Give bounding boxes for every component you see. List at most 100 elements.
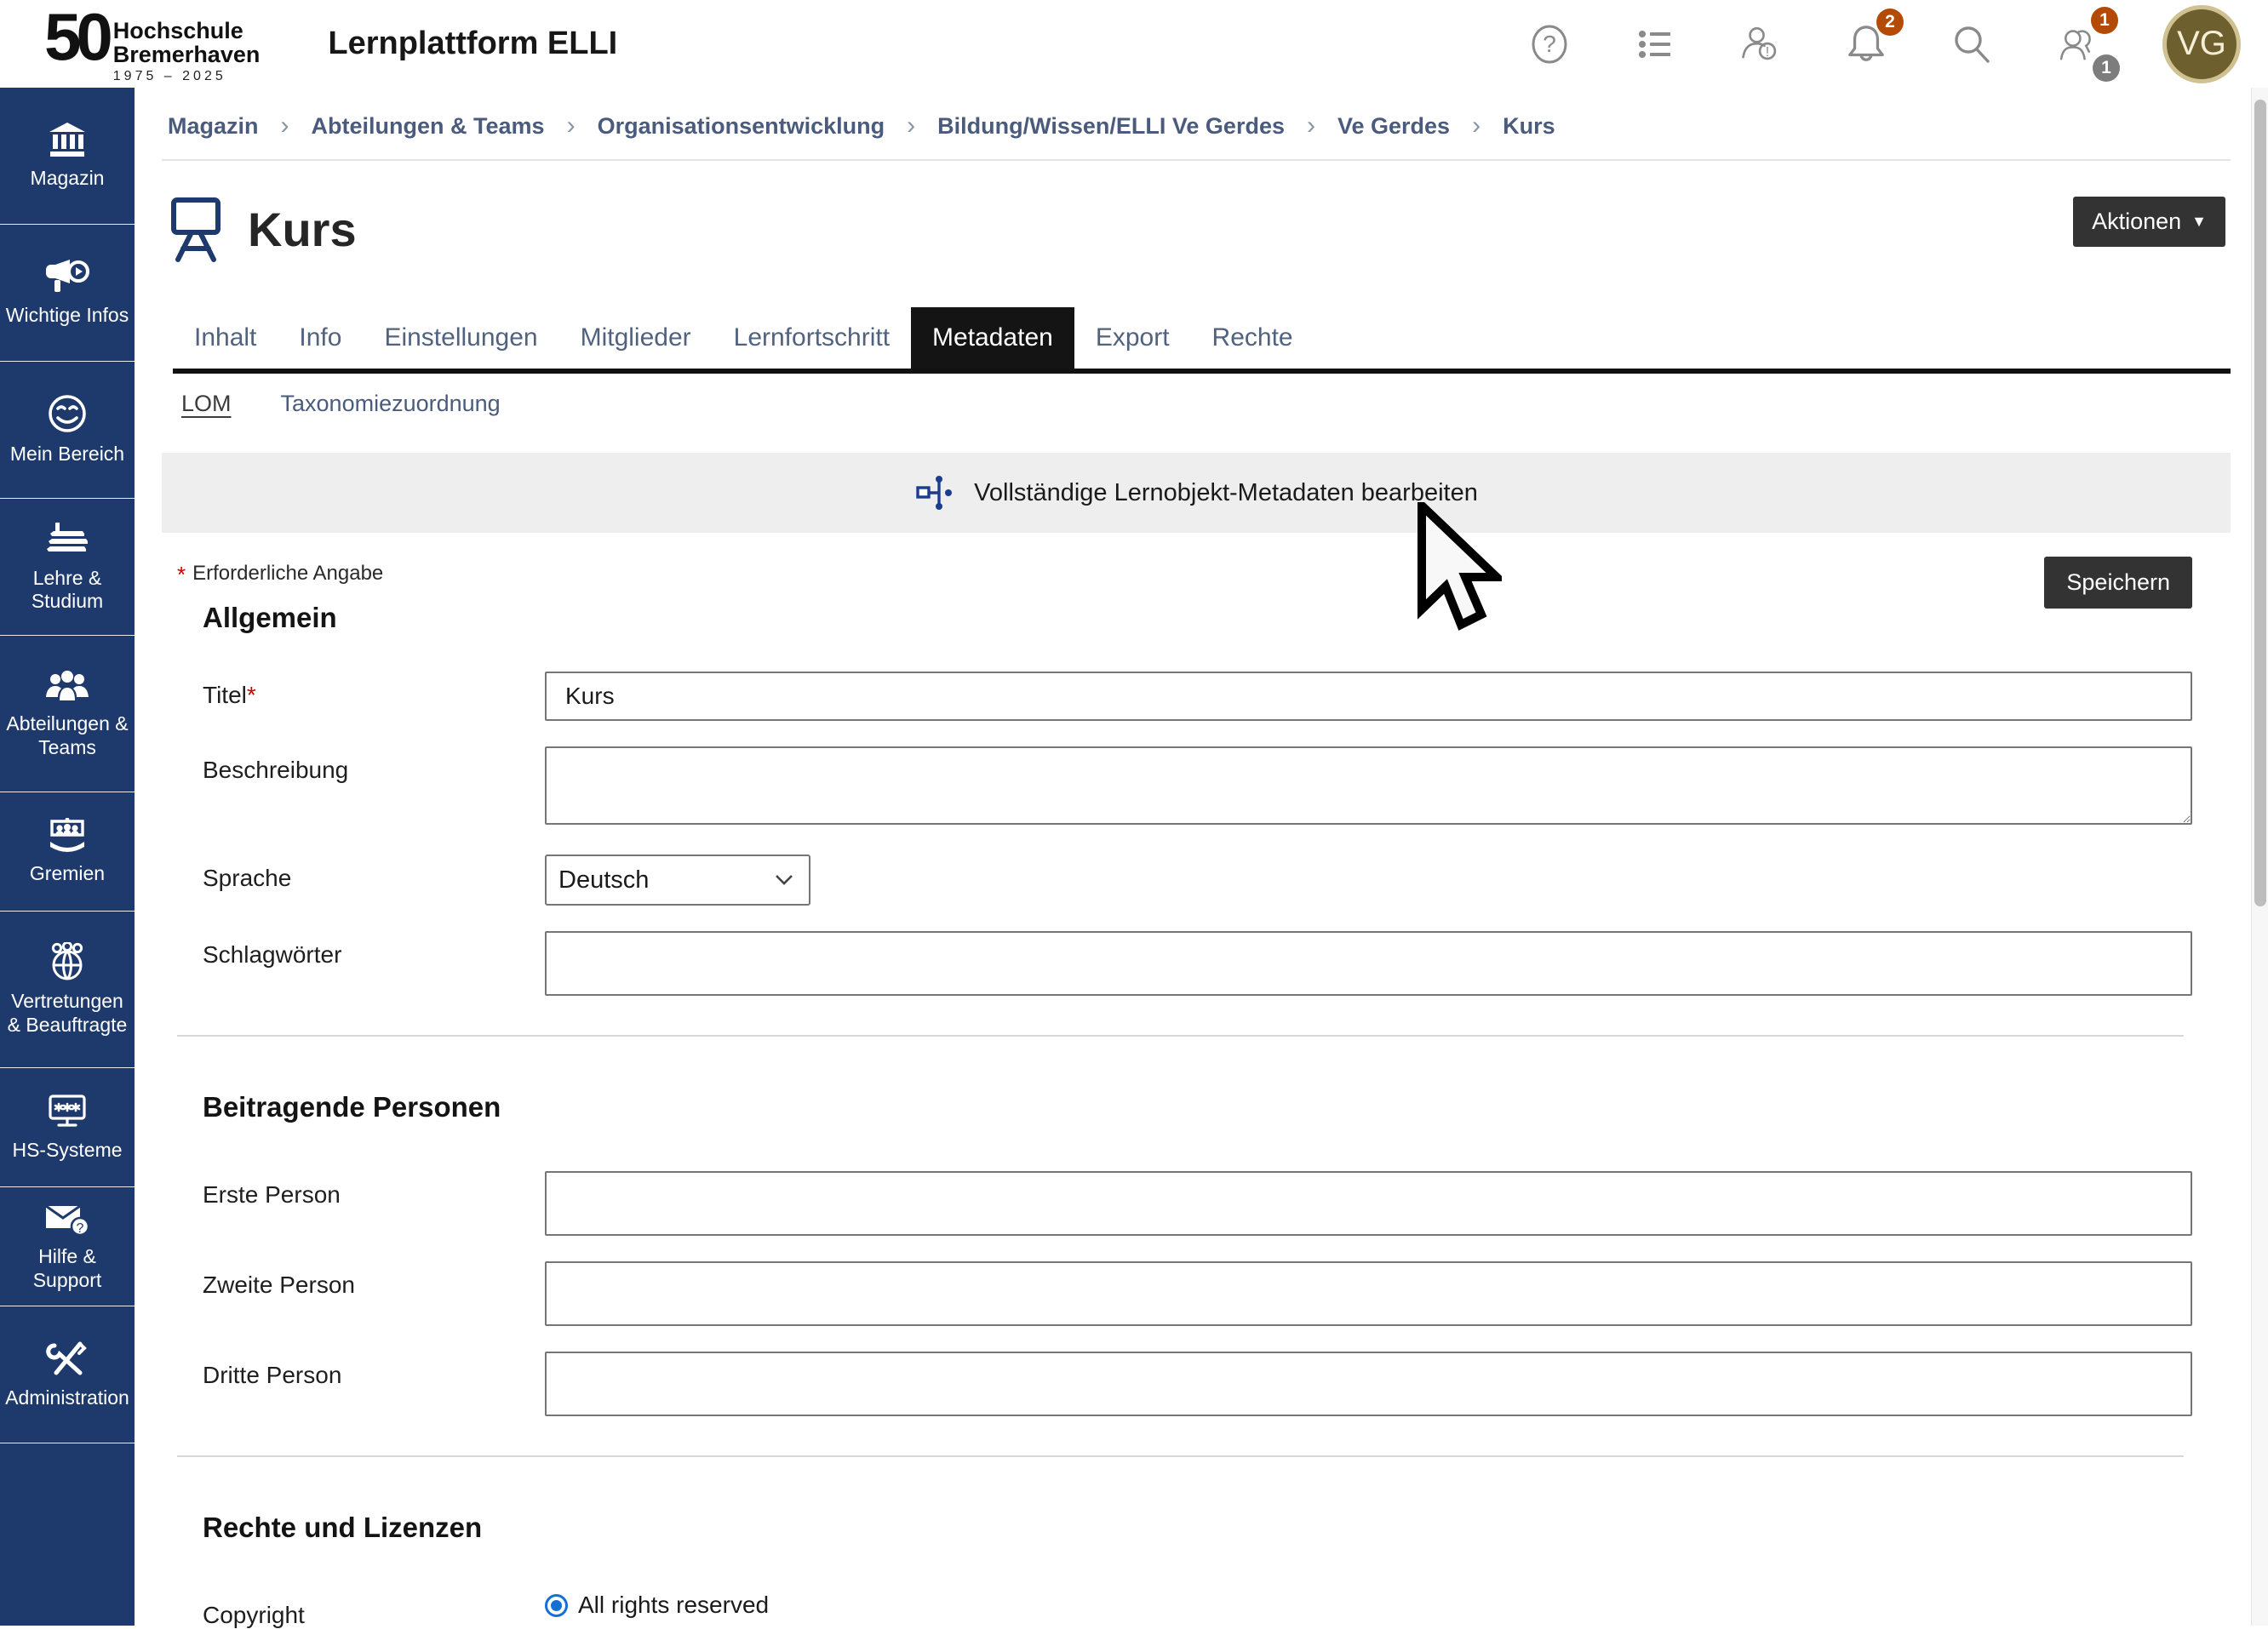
sidebar-item-gremien[interactable]: Gremien	[0, 792, 135, 912]
breadcrumb-separator-icon: ›	[1472, 111, 1480, 140]
sidebar-item-wichtige-infos[interactable]: Wichtige Infos	[0, 225, 135, 362]
scrollbar-thumb[interactable]	[2254, 100, 2266, 906]
breadcrumb-separator-icon: ›	[907, 111, 915, 140]
svg-text:?: ?	[1543, 31, 1556, 57]
erste-person-label: Erste Person	[203, 1171, 545, 1209]
tab-inhalt[interactable]: Inhalt	[173, 307, 278, 369]
breadcrumb-item[interactable]: Bildung/Wissen/ELLI Ve Gerdes	[937, 113, 1285, 140]
breadcrumb-item[interactable]: Organisationsentwicklung	[598, 113, 885, 140]
breadcrumb-separator-icon: ›	[1307, 111, 1315, 140]
actions-button[interactable]: Aktionen ▼	[2073, 197, 2225, 247]
titel-label: Titel*	[203, 672, 545, 709]
logo-50-text: 50	[44, 7, 108, 66]
notifications-button[interactable]: 2	[1846, 20, 1887, 68]
help-button[interactable]: ?	[1529, 20, 1570, 68]
sidebar-item-label: Magazin	[31, 167, 105, 190]
form-row-sprache: Sprache Deutsch	[203, 855, 2192, 906]
breadcrumb-item[interactable]: Ve Gerdes	[1337, 113, 1450, 140]
logo-years: 1975 – 2025	[113, 69, 261, 84]
breadcrumb-item[interactable]: Abteilungen & Teams	[312, 113, 545, 140]
copyright-radio-selected[interactable]	[545, 1594, 568, 1617]
form-row-erste-person: Erste Person	[203, 1171, 2192, 1236]
required-note-row: * Erforderliche Angabe	[177, 562, 2192, 588]
chevron-down-icon	[775, 874, 793, 886]
help-icon: ?	[1530, 23, 1569, 66]
sidebar-item-lehre-studium[interactable]: Lehre & Studium	[0, 499, 135, 636]
top-header: 50 Hochschule Bremerhaven 1975 – 2025 Le…	[0, 0, 2268, 88]
edit-full-metadata-banner[interactable]: Vollständige Lernobjekt-Metadaten bearbe…	[162, 453, 2231, 533]
sidebar-item-vertretungen-beauftragte[interactable]: Vertretungen & Beauftragte	[0, 912, 135, 1068]
svg-text:!: !	[1766, 45, 1769, 60]
save-button[interactable]: Speichern	[2044, 557, 2192, 609]
tab-rechte[interactable]: Rechte	[1191, 307, 1314, 369]
contacts-badge-bottom: 1	[2093, 54, 2120, 82]
page-title: Kurs	[248, 202, 357, 257]
sidebar-item-hilfe-support[interactable]: ? Hilfe & Support	[0, 1187, 135, 1306]
sidebar-item-label: Abteilungen & Teams	[3, 712, 131, 758]
people-group-icon	[44, 668, 90, 704]
titel-input[interactable]	[545, 672, 2192, 721]
notifications-badge: 2	[1876, 9, 1904, 36]
erste-person-input[interactable]	[545, 1171, 2192, 1236]
edit-full-metadata-label: Vollständige Lernobjekt-Metadaten bearbe…	[974, 479, 1478, 507]
required-note: Erforderliche Angabe	[192, 562, 383, 586]
required-asterisk: *	[177, 562, 186, 588]
main-content: Magazin › Abteilungen & Teams › Organisa…	[135, 88, 2251, 1626]
university-logo[interactable]: 50 Hochschule Bremerhaven 1975 – 2025	[44, 7, 260, 84]
dritte-person-input[interactable]	[545, 1352, 2192, 1416]
contacts-button[interactable]: 1 1	[2057, 20, 2098, 68]
books-icon	[45, 521, 89, 558]
zweite-person-label: Zweite Person	[203, 1261, 545, 1299]
copyright-label: Copyright	[203, 1592, 545, 1629]
titel-required-asterisk: *	[247, 682, 256, 708]
tab-export[interactable]: Export	[1074, 307, 1191, 369]
section-title-beitragende: Beitragende Personen	[203, 1091, 2192, 1123]
list-menu-button[interactable]	[1635, 20, 1675, 68]
zweite-person-input[interactable]	[545, 1261, 2192, 1326]
breadcrumb-item[interactable]: Magazin	[168, 113, 259, 140]
section-divider	[177, 1035, 2184, 1037]
subtab-lom[interactable]: LOM	[181, 391, 232, 417]
member-alert-button[interactable]: !	[1740, 20, 1781, 68]
sidebar-item-hs-systeme[interactable]: HS-Systeme	[0, 1068, 135, 1187]
search-button[interactable]	[1951, 20, 1992, 68]
sidebar-item-label: Mein Bereich	[10, 443, 124, 466]
tab-info[interactable]: Info	[278, 307, 363, 369]
form-row-dritte-person: Dritte Person	[203, 1352, 2192, 1416]
schlagwoerter-input[interactable]	[545, 931, 2192, 996]
sprache-select[interactable]: Deutsch	[545, 855, 810, 906]
page-title-row: Kurs Aktionen ▼	[162, 161, 2231, 263]
metadata-form: * Erforderliche Angabe Speichern Allgeme…	[162, 562, 2192, 1629]
contacts-badge-top: 1	[2091, 7, 2118, 34]
dritte-person-label: Dritte Person	[203, 1352, 545, 1389]
main-sidebar: Magazin Wichtige Infos Mein Bereich Lehr…	[0, 88, 135, 1626]
breadcrumb-separator-icon: ›	[567, 111, 576, 140]
sidebar-item-abteilungen-teams[interactable]: Abteilungen & Teams	[0, 636, 135, 792]
vertical-scrollbar[interactable]	[2251, 88, 2268, 1626]
tab-mitglieder[interactable]: Mitglieder	[559, 307, 713, 369]
tab-metadaten[interactable]: Metadaten	[911, 307, 1074, 369]
search-icon	[1951, 24, 1992, 65]
sidebar-item-label: Wichtige Infos	[6, 304, 129, 327]
sidebar-item-label: HS-Systeme	[12, 1139, 122, 1162]
tab-einstellungen[interactable]: Einstellungen	[363, 307, 558, 369]
megaphone-icon	[44, 258, 90, 295]
subtab-bar: LOM Taxonomiezuordnung	[162, 374, 2231, 429]
sidebar-item-magazin[interactable]: Magazin	[0, 88, 135, 225]
app-title: Lernplattform ELLI	[328, 26, 617, 62]
sidebar-item-label: Gremien	[30, 862, 105, 885]
sidebar-item-label: Administration	[5, 1386, 129, 1409]
tab-lernfortschritt[interactable]: Lernfortschritt	[713, 307, 911, 369]
beschreibung-textarea[interactable]	[545, 746, 2192, 825]
form-row-beschreibung: Beschreibung	[203, 746, 2192, 829]
svg-text:?: ?	[77, 1221, 84, 1236]
subtab-taxonomiezuordnung[interactable]: Taxonomiezuordnung	[281, 391, 501, 417]
section-title-allgemein: Allgemein	[203, 602, 2192, 634]
globe-people-icon	[46, 942, 89, 981]
sidebar-item-mein-bereich[interactable]: Mein Bereich	[0, 362, 135, 499]
section-divider	[177, 1455, 2184, 1457]
user-avatar[interactable]: VG	[2162, 5, 2241, 83]
mail-question-icon: ?	[44, 1201, 90, 1237]
sidebar-item-administration[interactable]: Administration	[0, 1306, 135, 1443]
sidebar-item-label: Vertretungen & Beauftragte	[3, 990, 131, 1036]
